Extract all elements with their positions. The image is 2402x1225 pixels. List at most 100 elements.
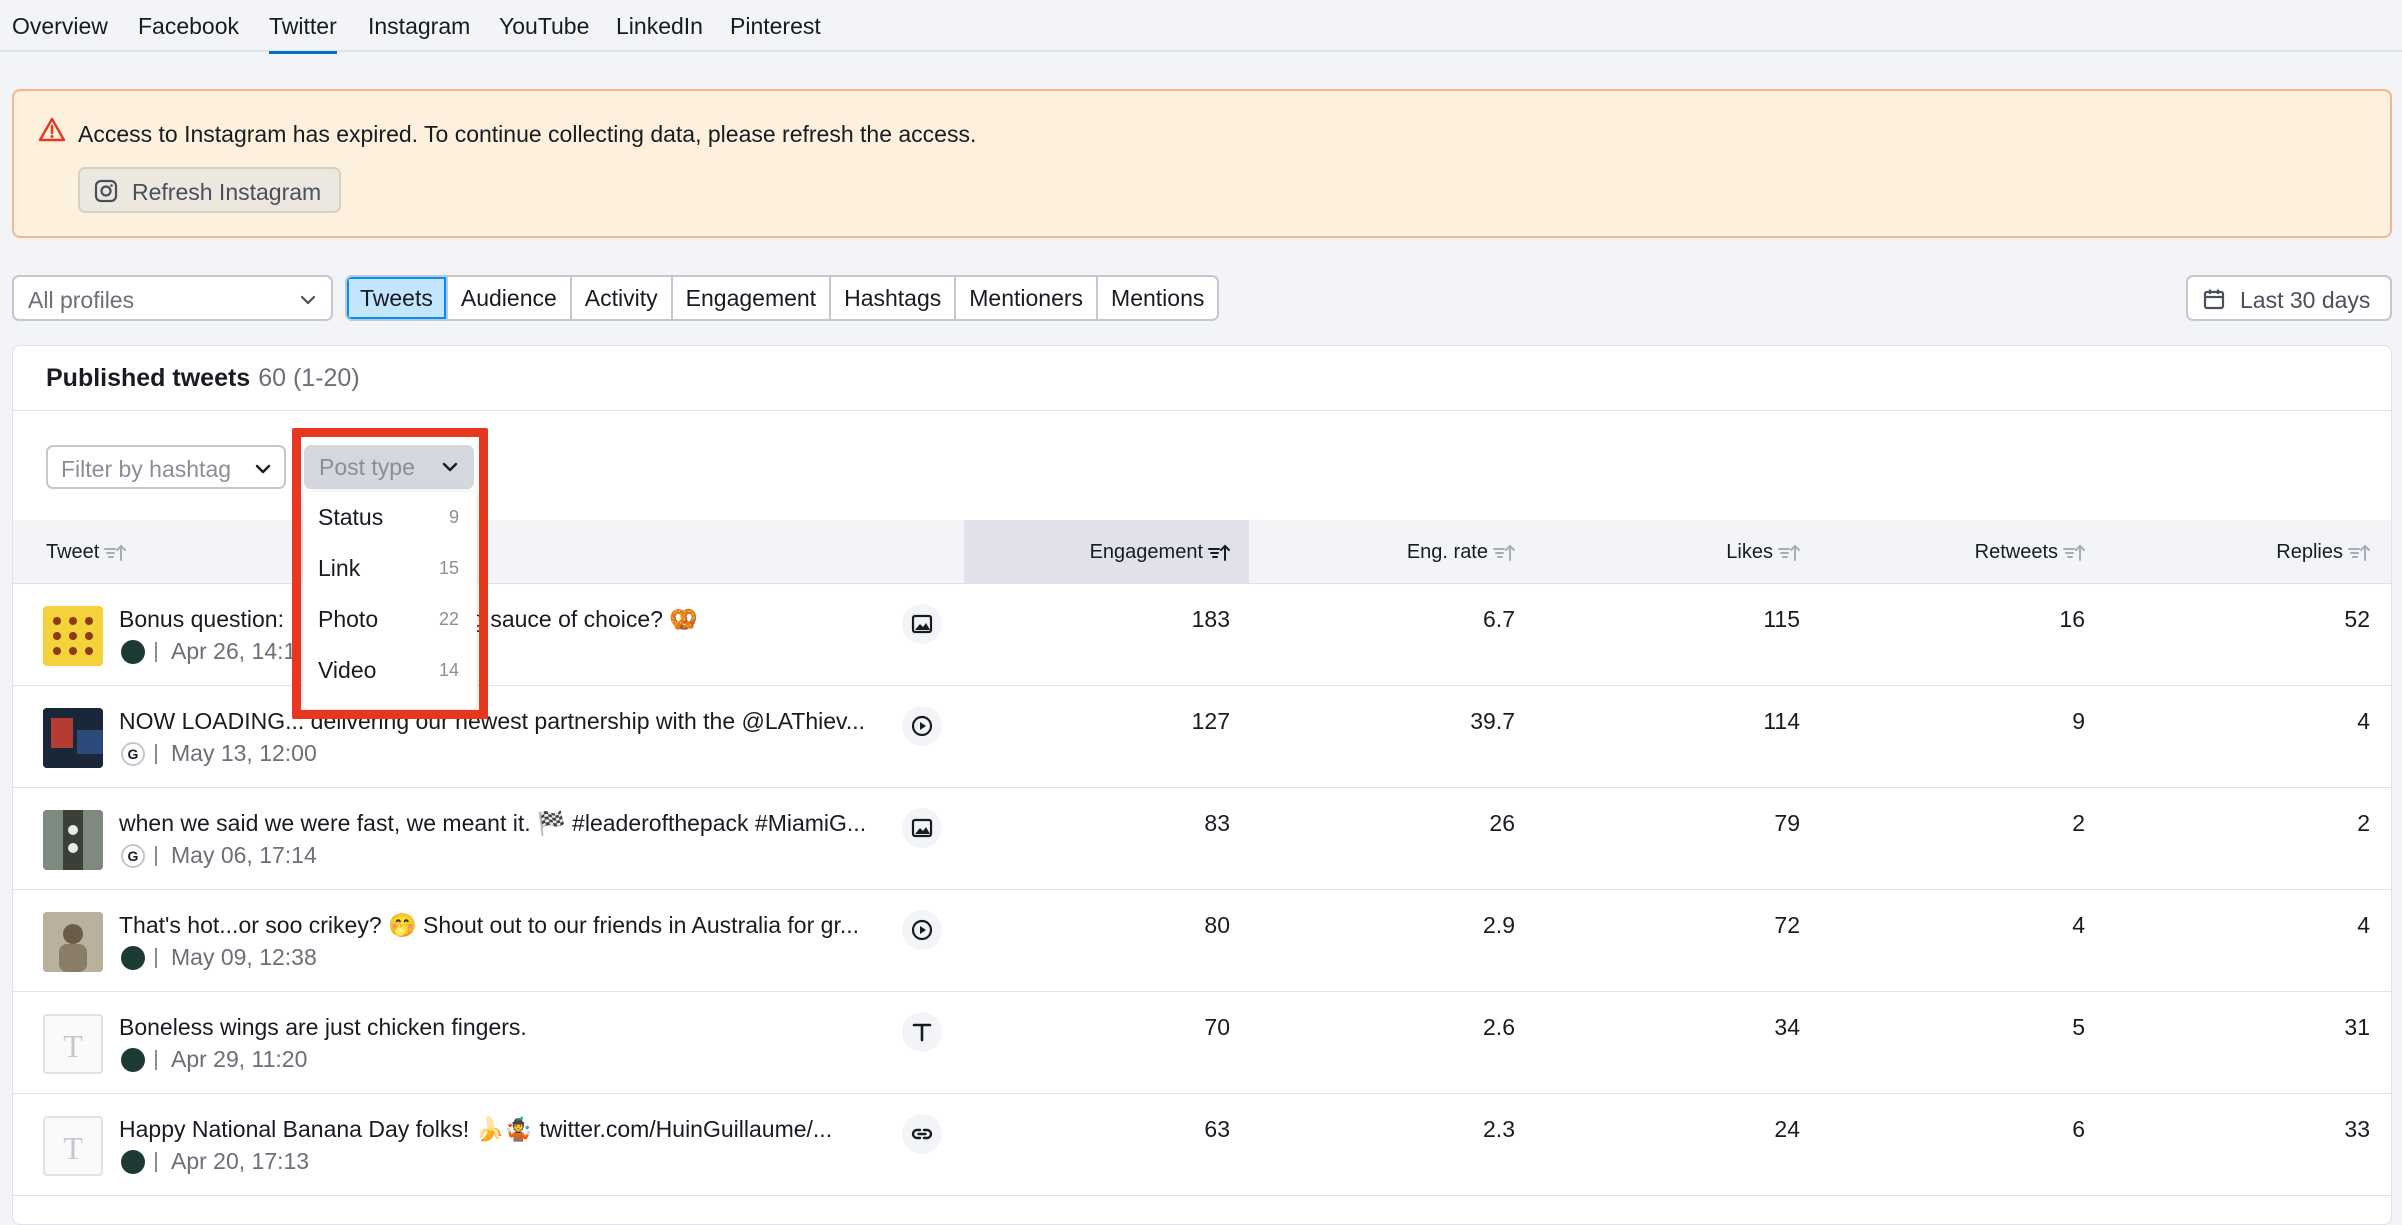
column-engagement[interactable]: Engagement	[964, 520, 1249, 584]
tab-facebook[interactable]: Facebook	[138, 0, 239, 52]
card-title: Published tweets 60 (1-20)	[46, 364, 360, 393]
option-count: 22	[438, 609, 459, 629]
tweet-text-end: ng sauce of choice? 🥨	[458, 606, 698, 632]
column-replies[interactable]: Replies	[2104, 520, 2389, 584]
tweet-date: Apr 29, 11:20	[171, 1046, 308, 1072]
retweets-value: 6	[2072, 1116, 2085, 1142]
tab-youtube[interactable]: YouTube	[499, 0, 589, 52]
segment-mentions[interactable]: Mentions	[1098, 277, 1217, 319]
post-type-option-photo[interactable]: Photo 22	[303, 594, 477, 645]
engagement-value: 183	[1191, 606, 1230, 632]
column-retweets-label: Retweets	[1974, 541, 2058, 563]
avatar: G	[121, 742, 145, 766]
replies-value: 2	[2357, 810, 2370, 836]
column-tweet-label: Tweet	[46, 541, 100, 563]
eng-rate-value: 6.7	[1483, 606, 1515, 632]
likes-value: 79	[1774, 810, 1800, 836]
tab-overview[interactable]: Overview	[12, 0, 108, 52]
warning-triangle-icon	[38, 117, 66, 142]
likes-value: 72	[1774, 912, 1800, 938]
photo-type-icon	[902, 808, 942, 848]
tweet-date: May 13, 12:00	[171, 740, 317, 766]
post-type-option-video[interactable]: Video 14	[303, 645, 477, 696]
column-likes-label: Likes	[1726, 541, 1773, 563]
segment-mentioners[interactable]: Mentioners	[956, 277, 1099, 319]
replies-value: 4	[2357, 708, 2370, 734]
profiles-select-value: All profiles	[28, 287, 135, 313]
post-type-option-status[interactable]: Status 9	[303, 492, 477, 543]
avatar	[121, 640, 145, 664]
social-nav: Overview Facebook Twitter Instagram YouT…	[0, 0, 2402, 54]
column-engagement-label: Engagement	[1089, 541, 1203, 563]
tweet-count: 60 (1-20)	[258, 364, 360, 392]
avatar	[121, 946, 145, 970]
table-row[interactable]: when we said we were fast, we meant it. …	[13, 788, 2391, 890]
instagram-expired-alert: Access to Instagram has expired. To cont…	[12, 89, 2392, 238]
option-count: 14	[438, 660, 459, 680]
tweet-thumbnail	[43, 708, 103, 768]
tweet-thumbnail	[43, 810, 103, 870]
separator	[155, 744, 157, 764]
avatar: G	[121, 844, 145, 868]
calendar-icon	[2203, 289, 2225, 310]
replies-value: 33	[2344, 1116, 2370, 1142]
segment-audience[interactable]: Audience	[448, 277, 572, 319]
card-title-text: Published tweets	[46, 364, 251, 392]
option-count: 15	[438, 558, 459, 578]
profiles-select[interactable]: All profiles	[12, 275, 333, 321]
column-tweet[interactable]: Tweet	[46, 520, 127, 584]
eng-rate-value: 26	[1489, 810, 1515, 836]
post-type-label: Post type	[319, 454, 415, 480]
tweet-text[interactable]: That's hot...or soo crikey? 🤭 Shout out …	[119, 912, 859, 939]
engagement-value: 127	[1191, 708, 1230, 734]
sort-icon	[2348, 544, 2370, 561]
column-retweets[interactable]: Retweets	[1819, 520, 2104, 584]
segment-engagement[interactable]: Engagement	[673, 277, 832, 319]
segment-activity[interactable]: Activity	[572, 277, 673, 319]
tweet-text[interactable]: Happy National Banana Day folks! 🍌🤹 twit…	[119, 1116, 832, 1143]
tweet-date: May 06, 17:14	[171, 842, 317, 868]
tweet-text-start: Bonus question:	[119, 606, 291, 632]
column-eng-rate-label: Eng. rate	[1406, 541, 1488, 563]
column-likes[interactable]: Likes	[1534, 520, 1819, 584]
engagement-value: 63	[1204, 1116, 1230, 1142]
tab-pinterest[interactable]: Pinterest	[730, 0, 821, 52]
post-type-select[interactable]: Post type	[304, 445, 474, 489]
tweet-thumbnail	[43, 912, 103, 972]
column-eng-rate[interactable]: Eng. rate	[1249, 520, 1534, 584]
segment-tweets[interactable]: Tweets	[347, 277, 448, 319]
hashtag-filter-select[interactable]: Filter by hashtag	[46, 445, 286, 489]
retweets-value: 2	[2072, 810, 2085, 836]
retweets-value: 4	[2072, 912, 2085, 938]
replies-value: 4	[2357, 912, 2370, 938]
report-segments: Tweets Audience Activity Engagement Hash…	[345, 275, 1220, 321]
likes-value: 34	[1774, 1014, 1800, 1040]
table-row[interactable]: T Boneless wings are just chicken finger…	[13, 992, 2391, 1094]
table-row[interactable]: That's hot...or soo crikey? 🤭 Shout out …	[13, 890, 2391, 992]
option-count: 9	[448, 507, 459, 527]
tweet-text[interactable]: when we said we were fast, we meant it. …	[119, 810, 866, 837]
separator	[155, 1050, 157, 1070]
table-row[interactable]: T Happy National Banana Day folks! 🍌🤹 tw…	[13, 1094, 2391, 1196]
engagement-value: 80	[1204, 912, 1230, 938]
segment-hashtags[interactable]: Hashtags	[831, 277, 957, 319]
retweets-value: 5	[2072, 1014, 2085, 1040]
tab-linkedin[interactable]: LinkedIn	[616, 0, 703, 52]
tab-instagram[interactable]: Instagram	[368, 0, 470, 52]
sort-icon	[1778, 544, 1800, 561]
status-type-icon	[902, 1012, 942, 1052]
date-range-label: Last 30 days	[2240, 287, 2371, 313]
refresh-instagram-button[interactable]: Refresh Instagram	[78, 167, 341, 213]
sort-descending-icon	[1208, 544, 1230, 561]
tweet-thumbnail	[43, 606, 103, 666]
post-type-option-link[interactable]: Link 15	[303, 543, 477, 594]
tweet-text[interactable]: Boneless wings are just chicken fingers.	[119, 1014, 527, 1041]
eng-rate-value: 39.7	[1470, 708, 1515, 734]
engagement-value: 70	[1204, 1014, 1230, 1040]
likes-value: 114	[1763, 708, 1800, 734]
tweet-text[interactable]: NOW LOADING... delivering our newest par…	[119, 708, 865, 735]
date-range-button[interactable]: Last 30 days	[2186, 275, 2392, 321]
likes-value: 115	[1763, 606, 1800, 632]
tab-twitter[interactable]: Twitter	[269, 0, 337, 54]
video-type-icon	[902, 706, 942, 746]
